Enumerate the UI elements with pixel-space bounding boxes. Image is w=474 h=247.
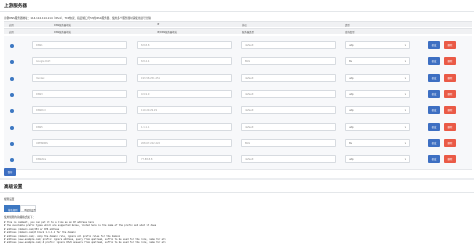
server-address-input[interactable]: 193.58.251.251 (137, 74, 232, 82)
protocol-select[interactable]: udp ▾ (345, 123, 410, 131)
delete-button[interactable]: 删除 (444, 106, 456, 114)
protocol-select[interactable]: udp ▾ (345, 41, 410, 49)
server-name-input[interactable]: DNS3 (32, 90, 127, 98)
server-group-input[interactable]: default (241, 41, 336, 49)
tab-ip-rules[interactable]: IP规则设置 (20, 205, 36, 212)
chevron-down-icon: ▾ (404, 108, 406, 112)
protocol-select[interactable]: udp ▾ (345, 106, 410, 114)
protocol-value: udp (349, 158, 354, 162)
protocol-value: udp (349, 93, 354, 97)
edit-button[interactable]: 修改 (428, 123, 440, 131)
server-group-input[interactable]: default (241, 106, 336, 114)
protocol-select[interactable]: tls ▾ (345, 139, 410, 147)
delete-button[interactable]: 删除 (444, 57, 456, 65)
enable-checkbox[interactable] (10, 126, 14, 130)
section-divider (0, 192, 474, 193)
edit-button[interactable]: 修改 (428, 41, 440, 49)
enable-checkbox[interactable] (10, 142, 14, 146)
server-group-input[interactable]: default (241, 123, 336, 131)
enable-checkbox[interactable] (10, 109, 14, 113)
protocol-value: udp (349, 44, 354, 48)
protocol-value: udp (349, 77, 354, 81)
delete-button[interactable]: 删除 (444, 74, 456, 82)
server-name-input[interactable]: OPENDNS (32, 139, 127, 147)
enable-checkbox[interactable] (10, 60, 14, 64)
protocol-value: tls (349, 142, 352, 146)
server-address-input[interactable]: 77.88.8.8 (137, 155, 232, 163)
server-group-input[interactable]: default (241, 155, 336, 163)
delete-button[interactable]: 删除 (444, 123, 456, 131)
server-address-input[interactable]: 8.8.4.4 (137, 57, 232, 65)
rules-textarea[interactable]: # this is comment, you can put it to a l… (4, 221, 470, 245)
table-row: DNS2bis 77.88.8.8 default udp ▾ 修改 删除 (4, 150, 472, 170)
protocol-value: tls (349, 60, 352, 64)
rules-label: 规则设置 (4, 198, 15, 201)
edit-button[interactable]: 修改 (428, 106, 440, 114)
advanced-section-title: 高级设置 (4, 185, 23, 190)
column-header: 协议 (242, 24, 247, 28)
server-address-input[interactable]: 9.9.9.9 (137, 90, 232, 98)
server-name-input[interactable]: DNS2bis (32, 155, 127, 163)
server-name-input[interactable]: Google DoH (32, 57, 127, 65)
upstream-description: 示例DNS服务器地址：114.114.114.114（IPv4）、TCP协议、指… (4, 17, 151, 20)
protocol-select[interactable]: tls ▾ (345, 57, 410, 65)
column-subheader: 查询类型 (345, 31, 355, 35)
enable-checkbox[interactable] (10, 44, 14, 48)
delete-button[interactable]: 删除 (444, 90, 456, 98)
enable-checkbox[interactable] (10, 93, 14, 97)
column-subheader: 启用 (9, 31, 14, 35)
server-group-input[interactable]: default (241, 74, 336, 82)
server-group-input[interactable]: default (241, 90, 336, 98)
table-subheader: 启用 DNS服务器地址 IP/DNS服务器地址 服务器类型 查询类型 (4, 28, 472, 34)
server-name-input[interactable]: DNS1 (32, 41, 127, 49)
server-name-input[interactable]: DNS5 (32, 123, 127, 131)
delete-button[interactable]: 删除 (444, 41, 456, 49)
edit-button[interactable]: 修改 (428, 139, 440, 147)
upstream-section-title: 上游服务器 (4, 4, 27, 9)
chevron-down-icon: ▾ (404, 43, 406, 47)
server-group-input[interactable]: BGS (241, 57, 336, 65)
section-divider (0, 11, 474, 12)
save-button[interactable]: 保存 (4, 168, 16, 176)
chevron-down-icon: ▾ (404, 141, 406, 145)
column-header: 启用 (9, 24, 14, 28)
table-header: 启用 DNS服务器地址 IP 协议 类型 (4, 21, 472, 27)
protocol-value: udp (349, 109, 354, 113)
server-address-input[interactable]: 1.1.1.1 (137, 123, 232, 131)
delete-button[interactable]: 删除 (444, 155, 456, 163)
protocol-select[interactable]: udp ▾ (345, 155, 410, 163)
delete-button[interactable]: 删除 (444, 139, 456, 147)
protocol-select[interactable]: udp ▾ (345, 74, 410, 82)
server-name-input[interactable]: Yandex (32, 74, 127, 82)
column-header: DNS服务器地址 (54, 24, 72, 28)
server-group-input[interactable]: BGS (241, 139, 336, 147)
rules-hint: 使用规则的前缀格式如下： (4, 216, 36, 219)
protocol-value: udp (349, 126, 354, 130)
server-address-input[interactable]: 8.8.8.8 (137, 41, 232, 49)
server-address-input[interactable]: 208.67.222.222 (137, 139, 232, 147)
server-name-input[interactable]: DNSPod (32, 106, 127, 114)
chevron-down-icon: ▾ (404, 76, 406, 80)
tab-domain-rules[interactable]: 域名规则 (4, 205, 20, 212)
column-subheader: DNS服务器地址 (54, 31, 72, 35)
enable-checkbox[interactable] (10, 77, 14, 81)
chevron-down-icon: ▾ (404, 92, 406, 96)
edit-button[interactable]: 修改 (428, 57, 440, 65)
chevron-down-icon: ▾ (404, 59, 406, 63)
server-address-input[interactable]: 119.29.29.29 (137, 106, 232, 114)
dns-settings-page: 上游服务器 示例DNS服务器地址：114.114.114.114（IPv4）、T… (0, 0, 474, 247)
column-subheader: 服务器类型 (242, 31, 254, 35)
chevron-down-icon: ▾ (404, 125, 406, 129)
column-subheader: IP/DNS服务器地址 (157, 31, 178, 35)
section-divider (0, 178, 474, 180)
protocol-select[interactable]: udp ▾ (345, 90, 410, 98)
column-header: IP (157, 23, 160, 27)
edit-button[interactable]: 修改 (428, 74, 440, 82)
rule-line: # address /www.example.com/-6 prefix: ig… (4, 241, 166, 245)
edit-button[interactable]: 修改 (428, 155, 440, 163)
chevron-down-icon: ▾ (404, 157, 406, 161)
edit-button[interactable]: 修改 (428, 90, 440, 98)
column-header: 类型 (345, 24, 350, 28)
enable-checkbox[interactable] (10, 158, 14, 162)
